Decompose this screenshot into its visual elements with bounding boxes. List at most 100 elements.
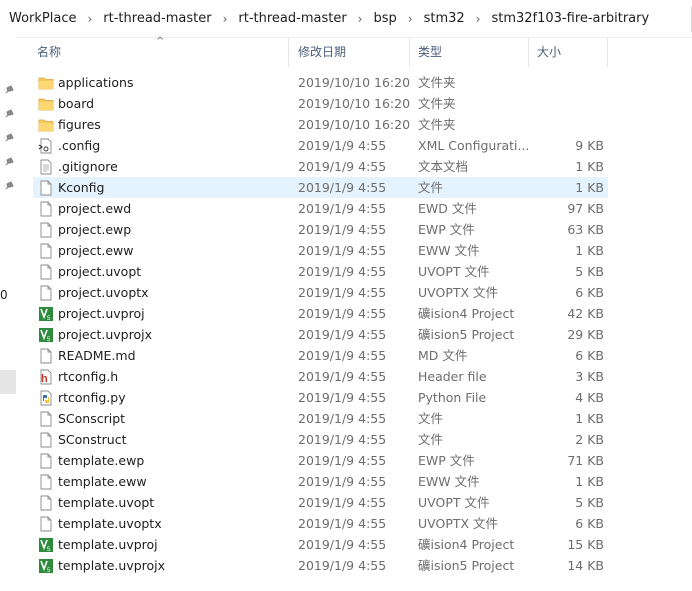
file-name: applications xyxy=(58,75,134,90)
file-size: 1 KB xyxy=(575,159,604,174)
file-row[interactable]: project.uvoptx 2019/1/9 4:55 UVOPTX 文件 6 KB xyxy=(33,282,608,303)
file-name: .config xyxy=(58,138,101,153)
breadcrumb-item-rt-thread-master-outer[interactable]: rt-thread-master xyxy=(100,11,214,26)
file-type: UVOPT 文件 xyxy=(418,495,490,510)
file-row[interactable]: Kconfig 2019/1/9 4:55 文件 1 KB xyxy=(33,177,608,198)
file-row[interactable]: template.eww 2019/1/9 4:55 EWW 文件 1 KB xyxy=(33,471,608,492)
folder-icon xyxy=(38,96,54,112)
breadcrumb-chevron-icon[interactable]: › xyxy=(468,12,489,26)
file-size: 71 KB xyxy=(567,453,604,468)
column-header-date[interactable]: 修改日期 xyxy=(289,37,409,67)
file-name: board xyxy=(58,96,95,111)
file-size: 5 KB xyxy=(575,495,604,510)
file-row[interactable]: template.ewp 2019/1/9 4:55 EWP 文件 71 KB xyxy=(33,450,608,471)
file-modified-date: 2019/1/9 4:55 xyxy=(298,138,387,153)
pin-icon[interactable] xyxy=(4,133,14,143)
file-size: 1 KB xyxy=(575,474,604,489)
file-row[interactable]: template.uvoptx 2019/1/9 4:55 UVOPTX 文件 6 K… xyxy=(33,513,608,534)
keil-project-icon: 5 xyxy=(38,558,54,574)
file-modified-date: 2019/1/9 4:55 xyxy=(298,306,387,321)
keil-project-icon: 5 xyxy=(38,537,54,553)
file-modified-date: 2019/10/10 16:20 xyxy=(298,96,411,111)
file-row[interactable]: 5 template.uvprojx 2019/1/9 4:55 礦ision5 Pr… xyxy=(33,555,608,576)
file-name: .gitignore xyxy=(58,159,118,174)
file-name: template.ewp xyxy=(58,453,145,468)
file-icon xyxy=(38,348,54,364)
python-file-icon xyxy=(38,390,54,406)
file-row[interactable]: rtconfig.py 2019/1/9 4:55 Python File 4 KB xyxy=(33,387,608,408)
file-modified-date: 2019/1/9 4:55 xyxy=(298,558,387,573)
file-name: project.uvopt xyxy=(58,264,142,279)
file-row[interactable]: 5 template.uvproj 2019/1/9 4:55 礦ision4 Pro… xyxy=(33,534,608,555)
file-modified-date: 2019/1/9 4:55 xyxy=(298,264,387,279)
file-type: EWD 文件 xyxy=(418,201,477,216)
file-size xyxy=(534,93,604,114)
file-type: UVOPTX 文件 xyxy=(418,285,499,300)
address-bar[interactable]: WorkPlace › rt-thread-master › rt-thread… xyxy=(0,0,692,38)
file-row[interactable]: README.md 2019/1/9 4:55 MD 文件 6 KB xyxy=(33,345,608,366)
navigation-pane[interactable]: 0 xyxy=(0,37,16,591)
file-size: 97 KB xyxy=(567,201,604,216)
file-modified-date: 2019/1/9 4:55 xyxy=(298,159,387,174)
file-row[interactable]: .config 2019/1/9 4:55 XML Configurati... 9 … xyxy=(33,135,608,156)
pin-icon[interactable] xyxy=(4,85,14,95)
file-row[interactable]: project.ewp 2019/1/9 4:55 EWP 文件 63 KB xyxy=(33,219,608,240)
file-icon xyxy=(38,264,54,280)
file-size: 63 KB xyxy=(567,222,604,237)
file-size: 3 KB xyxy=(575,369,604,384)
breadcrumb-chevron-icon[interactable]: › xyxy=(79,12,100,26)
file-icon xyxy=(38,432,54,448)
breadcrumb-chevron-icon[interactable]: › xyxy=(400,12,421,26)
file-row[interactable]: SConstruct 2019/1/9 4:55 文件 2 KB xyxy=(33,429,608,450)
column-resize-handle[interactable] xyxy=(607,37,608,67)
file-row[interactable]: 5 project.uvprojx 2019/1/9 4:55 礦ision5 Pro… xyxy=(33,324,608,345)
file-size: 14 KB xyxy=(567,558,604,573)
file-row[interactable]: project.eww 2019/1/9 4:55 EWW 文件 1 KB xyxy=(33,240,608,261)
file-modified-date: 2019/1/9 4:55 xyxy=(298,537,387,552)
file-row[interactable]: project.uvopt 2019/1/9 4:55 UVOPT 文件 5 KB xyxy=(33,261,608,282)
file-type: 文件 xyxy=(418,180,444,195)
column-header-name[interactable]: 名称 xyxy=(28,37,288,67)
file-name: template.uvprojx xyxy=(58,558,166,573)
file-type: EWP 文件 xyxy=(418,222,475,237)
file-row[interactable]: SConscript 2019/1/9 4:55 文件 1 KB xyxy=(33,408,608,429)
file-type: EWW 文件 xyxy=(418,243,480,258)
column-header-type[interactable]: 类型 xyxy=(409,37,528,67)
breadcrumb-item-rt-thread-master-inner[interactable]: rt-thread-master xyxy=(235,11,349,26)
column-header-size[interactable]: 大小 xyxy=(528,37,607,67)
breadcrumb-item-bsp[interactable]: bsp xyxy=(370,11,399,26)
pin-icon[interactable] xyxy=(4,109,14,119)
file-row[interactable]: .gitignore 2019/1/9 4:55 文本文档 1 KB xyxy=(33,156,608,177)
breadcrumb-item-current-folder[interactable]: stm32f103-fire-arbitrary xyxy=(488,11,652,26)
file-icon xyxy=(38,222,54,238)
file-row[interactable]: applications 2019/10/10 16:20 文件夹 xyxy=(33,72,608,93)
file-name: template.eww xyxy=(58,474,147,489)
file-type: EWP 文件 xyxy=(418,453,475,468)
nav-item-partial-label[interactable]: 0 xyxy=(0,288,8,302)
pin-icon[interactable] xyxy=(4,157,14,167)
file-modified-date: 2019/1/9 4:55 xyxy=(298,432,387,447)
pin-icon[interactable] xyxy=(4,181,14,191)
breadcrumb-item-workplace[interactable]: WorkPlace xyxy=(6,11,79,26)
file-size xyxy=(534,114,604,135)
folder-icon xyxy=(38,117,54,133)
breadcrumb-chevron-icon[interactable]: › xyxy=(215,12,236,26)
breadcrumb-item-stm32[interactable]: stm32 xyxy=(421,11,468,26)
file-name: project.ewd xyxy=(58,201,132,216)
file-name: project.eww xyxy=(58,243,134,258)
file-row[interactable]: project.ewd 2019/1/9 4:55 EWD 文件 97 KB xyxy=(33,198,608,219)
nav-selected-item[interactable] xyxy=(0,370,16,394)
file-row[interactable]: board 2019/10/10 16:20 文件夹 xyxy=(33,93,608,114)
file-size: 5 KB xyxy=(575,264,604,279)
file-row[interactable]: 5 project.uvproj 2019/1/9 4:55 礦ision4 Proj… xyxy=(33,303,608,324)
file-row[interactable]: template.uvopt 2019/1/9 4:55 UVOPT 文件 5 KB xyxy=(33,492,608,513)
breadcrumb-chevron-icon[interactable]: › xyxy=(350,12,371,26)
file-type: 礦ision4 Project xyxy=(418,306,515,321)
file-row[interactable]: figures 2019/10/10 16:20 文件夹 xyxy=(33,114,608,135)
file-row[interactable]: h rtconfig.h 2019/1/9 4:55 Header file 3 KB xyxy=(33,366,608,387)
file-size: 29 KB xyxy=(567,327,604,342)
file-name: template.uvoptx xyxy=(58,516,162,531)
file-size: 1 KB xyxy=(575,243,604,258)
file-type: UVOPTX 文件 xyxy=(418,516,499,531)
folder-icon xyxy=(38,75,54,91)
